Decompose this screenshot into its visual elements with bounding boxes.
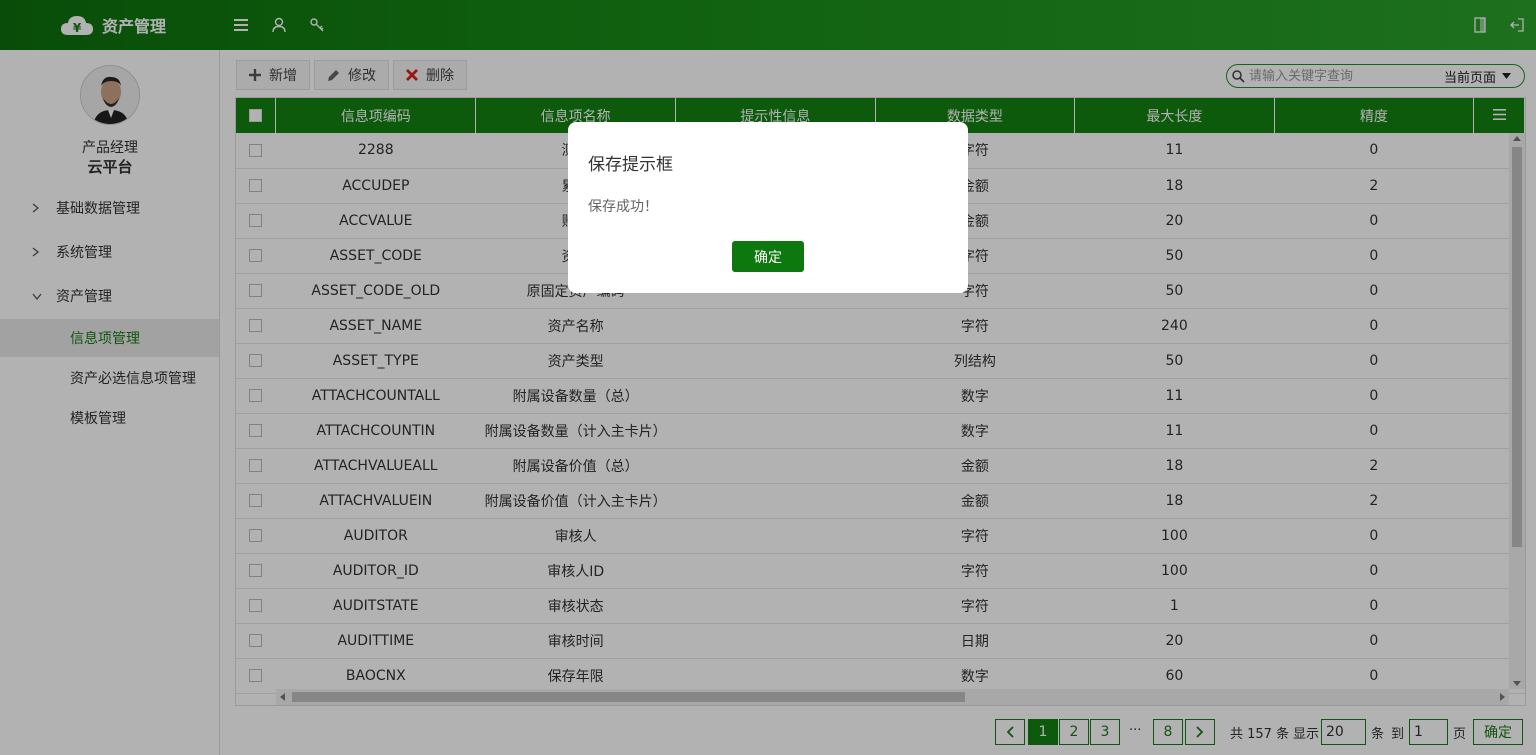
- save-dialog: 保存提示框 保存成功！ 确定: [568, 122, 968, 293]
- dialog-title: 保存提示框: [588, 155, 673, 175]
- dialog-message: 保存成功！: [588, 199, 658, 215]
- dialog-ok-button[interactable]: 确定: [732, 241, 804, 272]
- modal-overlay[interactable]: [0, 0, 1536, 755]
